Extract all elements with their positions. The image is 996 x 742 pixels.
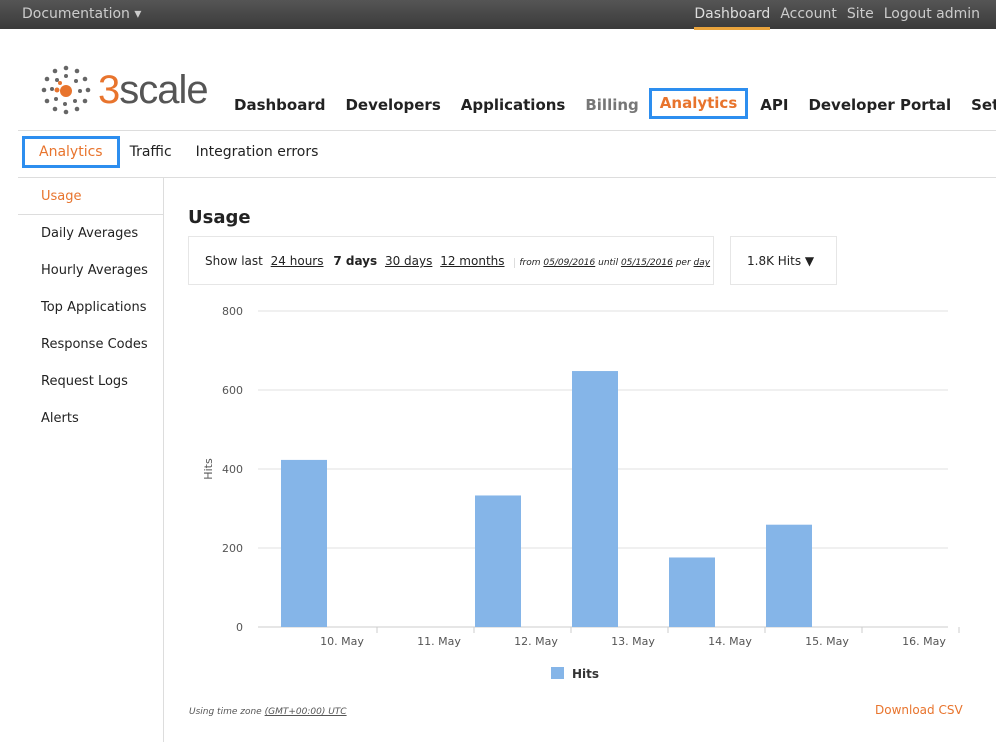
- sidebar-item-response-codes[interactable]: Response Codes: [18, 326, 163, 363]
- subnav-analytics[interactable]: Analytics: [22, 136, 120, 168]
- range-7-days[interactable]: 7 days: [333, 254, 377, 268]
- bar: [572, 371, 618, 627]
- top-bar: Documentation ▾ Dashboard Account Site L…: [0, 0, 996, 30]
- legend-label: Hits: [572, 667, 599, 681]
- sidebar: Usage Daily Averages Hourly Averages Top…: [18, 178, 164, 742]
- timezone-note: Using time zone (GMT+00:00) UTC: [189, 707, 347, 717]
- page-title: Usage: [188, 207, 251, 228]
- range-24-hours[interactable]: 24 hours: [271, 254, 324, 268]
- divider: [18, 130, 996, 131]
- period-select[interactable]: day: [694, 258, 711, 268]
- nav-applications[interactable]: Applications: [461, 96, 566, 119]
- x-tick-label: 11. May: [417, 635, 461, 648]
- x-tick-label: 12. May: [514, 635, 558, 648]
- x-tick-label: 15. May: [805, 635, 849, 648]
- range-30-days[interactable]: 30 days: [385, 254, 432, 268]
- x-tick-label: 14. May: [708, 635, 752, 648]
- logo-dots-icon: [41, 65, 91, 115]
- x-tick-label: 13. May: [611, 635, 655, 648]
- range-selector: Show last 24 hours 7 days 30 days 12 mon…: [188, 236, 714, 285]
- sidebar-item-alerts[interactable]: Alerts: [18, 400, 163, 437]
- nav-settings[interactable]: Settings: [971, 96, 996, 119]
- sidebar-item-top-applications[interactable]: Top Applications: [18, 289, 163, 326]
- x-tick-label: 10. May: [320, 635, 364, 648]
- from-date[interactable]: 05/09/2016: [543, 258, 595, 268]
- subnav-traffic[interactable]: Traffic: [130, 144, 172, 160]
- sidebar-item-usage[interactable]: Usage: [18, 178, 163, 215]
- logo-text: 3scale: [98, 67, 209, 112]
- nav-api[interactable]: API: [760, 96, 788, 119]
- usage-chart: 0 200 400 600 800 Hits 10. May 11. May 12. May 13…: [202, 305, 960, 681]
- nav-developers[interactable]: Developers: [345, 96, 440, 119]
- x-tick-label: 16. May: [902, 635, 946, 648]
- bar: [475, 495, 521, 627]
- nav-developer-portal[interactable]: Developer Portal: [808, 96, 951, 119]
- bar: [669, 557, 715, 627]
- top-link-logout[interactable]: Logout admin: [884, 6, 980, 30]
- until-date[interactable]: 05/15/2016: [621, 258, 673, 268]
- timezone-link[interactable]: (GMT+00:00) UTC: [265, 707, 347, 717]
- top-link-account[interactable]: Account: [780, 6, 837, 30]
- sidebar-item-daily-averages[interactable]: Daily Averages: [18, 215, 163, 252]
- show-last-label: Show last: [205, 254, 263, 268]
- top-link-dashboard[interactable]: Dashboard: [694, 6, 771, 30]
- main-nav: Dashboard Developers Applications Billin…: [234, 88, 996, 119]
- nav-dashboard[interactable]: Dashboard: [234, 96, 325, 119]
- y-tick-label: 0: [236, 621, 243, 634]
- subnav-integration-errors[interactable]: Integration errors: [196, 144, 319, 160]
- nav-billing[interactable]: Billing: [585, 96, 638, 119]
- y-tick-label: 800: [222, 305, 243, 318]
- divider: [18, 177, 996, 178]
- custom-range: from 05/09/2016 until 05/15/2016 per day: [514, 258, 711, 268]
- metric-select-label: 1.8K Hits: [747, 254, 802, 268]
- top-link-site[interactable]: Site: [847, 6, 874, 30]
- nav-analytics[interactable]: Analytics: [648, 88, 749, 119]
- logo[interactable]: 3scale: [40, 64, 209, 116]
- metric-select[interactable]: 1.8K Hits ▼: [730, 236, 837, 285]
- y-tick-label: 200: [222, 542, 243, 555]
- y-tick-label: 400: [222, 463, 243, 476]
- bar: [281, 459, 327, 627]
- documentation-menu[interactable]: Documentation ▾: [22, 6, 141, 22]
- documentation-label: Documentation: [22, 6, 130, 22]
- bar: [766, 524, 812, 627]
- sidebar-item-request-logs[interactable]: Request Logs: [18, 363, 163, 400]
- legend-swatch: [551, 667, 564, 679]
- y-tick-label: 600: [222, 384, 243, 397]
- caret-down-icon: ▼: [804, 254, 815, 268]
- y-axis-label: Hits: [202, 458, 215, 480]
- sub-nav: Analytics Traffic Integration errors: [22, 136, 342, 168]
- range-12-months[interactable]: 12 months: [440, 254, 504, 268]
- download-csv-link[interactable]: Download CSV: [875, 703, 963, 717]
- sidebar-item-hourly-averages[interactable]: Hourly Averages: [18, 252, 163, 289]
